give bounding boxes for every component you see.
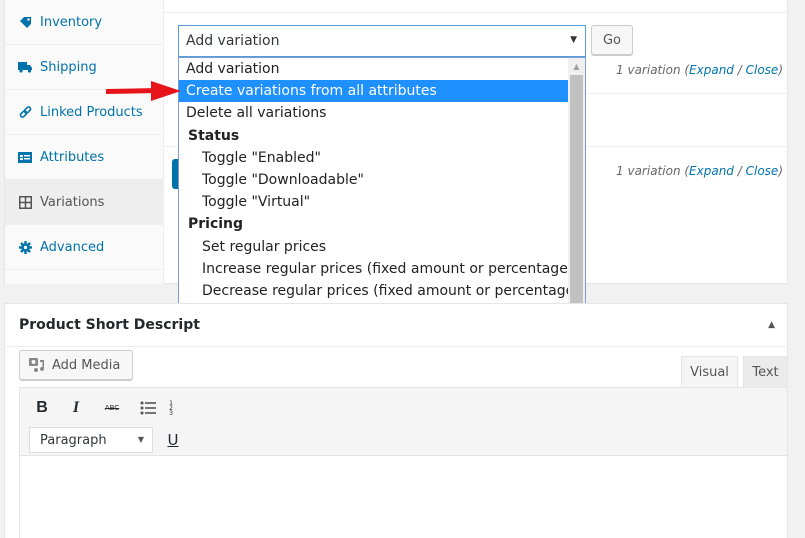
tab-variations[interactable]: Variations (5, 180, 164, 225)
gear-icon (17, 239, 33, 255)
bullet-list-button[interactable] (136, 396, 160, 420)
dropdown-option[interactable]: Set regular prices (179, 236, 585, 258)
annotation-arrow-icon (106, 81, 181, 101)
link-icon (17, 104, 33, 120)
dropdown-arrow-icon: ▼ (570, 35, 577, 45)
tab-attributes[interactable]: Attributes (5, 135, 164, 180)
panel-title: Product Short Descript (19, 317, 200, 333)
dropdown-option[interactable]: Add variation (179, 58, 585, 80)
paren: ) (778, 164, 783, 178)
dropdown-option[interactable]: Toggle "Enabled" (179, 147, 585, 169)
option-group-label: Pricing (188, 216, 244, 233)
tab-label: Linked Products (40, 104, 143, 120)
scroll-up-arrow-icon[interactable]: ▲ (568, 58, 585, 75)
dropdown-option[interactable]: Decrease regular prices (fixed amount or… (179, 280, 585, 302)
close-link[interactable]: Close (746, 164, 779, 178)
add-media-label: Add Media (52, 357, 121, 373)
product-data-tabs: Inventory Shipping Linked Products Attri… (5, 0, 164, 284)
variation-count-text: 1 variation (616, 164, 681, 178)
numbered-list-button[interactable]: 123 (166, 396, 176, 420)
tab-visual[interactable]: Visual (681, 356, 738, 388)
expand-link[interactable]: Expand (689, 164, 734, 178)
variation-action-select[interactable]: Add variation ▼ (178, 25, 586, 57)
separator: / (733, 164, 746, 178)
italic-button[interactable]: I (64, 396, 88, 420)
grid-icon (17, 194, 33, 210)
tab-label: Variations (40, 194, 105, 210)
selected-value: Add variation (186, 33, 280, 49)
add-media-button[interactable]: Add Media (19, 350, 133, 380)
tab-inventory[interactable]: Inventory (5, 0, 164, 45)
go-button[interactable]: Go (591, 25, 633, 55)
tab-label: Shipping (40, 59, 97, 75)
dropdown-option[interactable]: Create variations from all attributes (179, 80, 568, 103)
bullet-list-icon (140, 401, 156, 415)
tab-label: Attributes (40, 149, 105, 165)
tab-label: Inventory (40, 14, 103, 30)
short-description-panel: Product Short Descript ▲ Add Media Visua… (4, 303, 788, 538)
tab-advanced[interactable]: Advanced (5, 225, 164, 270)
separator: / (733, 63, 746, 77)
tab-label: Advanced (40, 239, 105, 255)
numbered-list-icon: 123 (169, 399, 173, 417)
short-description-editor[interactable] (19, 456, 788, 538)
divider (5, 346, 787, 347)
paren: ( (680, 63, 690, 77)
page-scrollbar[interactable] (789, 0, 805, 538)
variation-count-top: 1 variation (Expand / Close) (616, 63, 783, 77)
bold-button[interactable]: B (30, 396, 54, 420)
media-icon (29, 358, 44, 372)
format-selected-value: Paragraph (40, 432, 107, 448)
paren: ) (778, 63, 783, 77)
close-link[interactable]: Close (746, 63, 779, 77)
truck-icon (17, 59, 33, 75)
id-card-icon (17, 149, 33, 165)
editor-toolbar: B I ABC 123 Paragraph ▼ U (19, 387, 788, 456)
paren: ( (680, 164, 690, 178)
underline-button[interactable]: U (161, 428, 185, 452)
variation-count-text: 1 variation (616, 63, 681, 77)
option-group-label: Status (188, 127, 240, 144)
tab-text[interactable]: Text (743, 356, 788, 388)
dropdown-option[interactable]: Delete all variations (179, 102, 585, 124)
tag-icon (17, 14, 33, 30)
format-select[interactable]: Paragraph ▼ (29, 427, 153, 453)
dropdown-option[interactable]: Toggle "Downloadable" (179, 169, 585, 191)
collapse-toggle-icon[interactable]: ▲ (768, 320, 775, 330)
divider (164, 12, 788, 13)
strikethrough-button[interactable]: ABC (100, 396, 124, 420)
dropdown-arrow-icon: ▼ (137, 435, 144, 444)
dropdown-option[interactable]: Increase regular prices (fixed amount or… (179, 258, 585, 280)
expand-link[interactable]: Expand (689, 63, 734, 77)
variation-count-bottom: 1 variation (Expand / Close) (616, 164, 783, 178)
dropdown-option[interactable]: Toggle "Virtual" (179, 191, 585, 213)
